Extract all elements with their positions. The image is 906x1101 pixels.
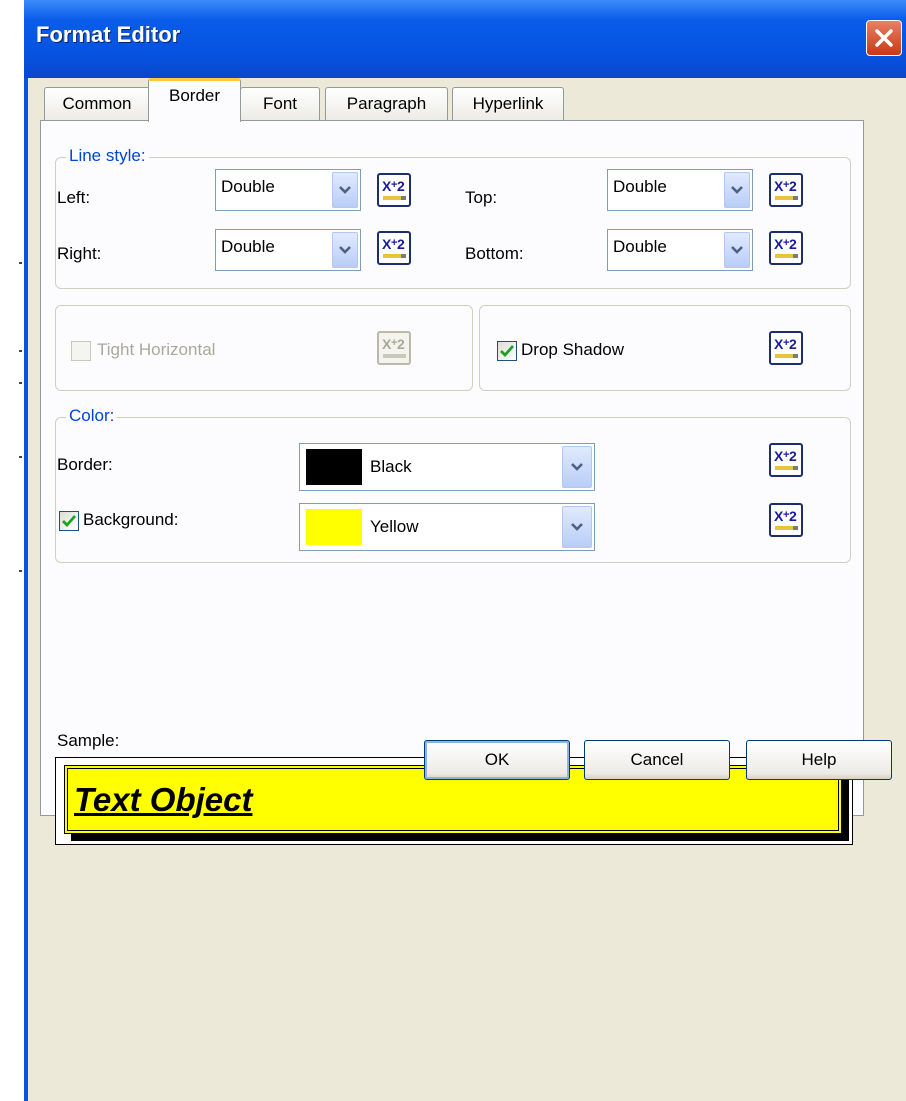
- svg-text:2: 2: [789, 336, 797, 352]
- edge-mark: [19, 570, 22, 572]
- formula-x2-icon: X + 2: [382, 178, 406, 200]
- svg-text:2: 2: [789, 178, 797, 194]
- border-tab-panel: Line style: Left: Double X + 2 Top: Doub…: [40, 120, 864, 845]
- dropdown-button[interactable]: [724, 172, 750, 208]
- chevron-down-icon: [731, 246, 743, 254]
- border-color-swatch: [306, 449, 362, 485]
- left-style-value: Double: [221, 177, 275, 196]
- background-color-value: Yellow: [370, 517, 419, 536]
- svg-text:2: 2: [397, 336, 405, 352]
- edge-mark: [19, 456, 22, 458]
- cancel-button[interactable]: Cancel: [584, 740, 730, 780]
- tight-horizontal-formula-button: X + 2: [377, 331, 411, 365]
- tight-horizontal-label: Tight Horizontal: [97, 340, 216, 359]
- svg-text:2: 2: [397, 236, 405, 252]
- formula-x2-icon: X + 2: [774, 178, 798, 200]
- right-style-value: Double: [221, 237, 275, 256]
- dropdown-button[interactable]: [332, 232, 358, 268]
- dropdown-button[interactable]: [562, 506, 592, 548]
- left-formula-button[interactable]: X + 2: [377, 173, 411, 207]
- formula-x2-icon: X + 2: [774, 448, 798, 470]
- bottom-style-value: Double: [613, 237, 667, 256]
- formula-x2-icon: X + 2: [774, 508, 798, 530]
- top-label: Top:: [465, 188, 498, 207]
- drop-shadow-label: Drop Shadow: [521, 340, 625, 359]
- right-formula-button[interactable]: X + 2: [377, 231, 411, 265]
- window-title: Format Editor: [36, 22, 181, 47]
- background-checkbox[interactable]: [59, 511, 79, 531]
- color-legend: Color:: [66, 406, 118, 426]
- drop-shadow-checkbox[interactable]: [497, 341, 517, 361]
- right-label: Right:: [57, 244, 102, 263]
- bottom-style-select[interactable]: Double: [607, 229, 753, 271]
- border-color-formula-button[interactable]: X + 2: [769, 443, 803, 477]
- chevron-down-icon: [571, 523, 583, 531]
- formula-x2-icon: X + 2: [774, 336, 798, 358]
- title-bar[interactable]: Format Editor: [24, 0, 906, 78]
- drop-shadow-formula-button[interactable]: X + 2: [769, 331, 803, 365]
- background-color-select[interactable]: Yellow: [299, 503, 595, 551]
- tab-border[interactable]: Border: [148, 78, 241, 122]
- checkmark-icon: [62, 515, 77, 528]
- bottom-label: Bottom:: [465, 244, 524, 263]
- formula-x2-icon: X + 2: [774, 236, 798, 258]
- chevron-down-icon: [339, 186, 351, 194]
- checkmark-icon: [500, 345, 515, 358]
- close-button[interactable]: [866, 20, 902, 56]
- svg-text:2: 2: [789, 448, 797, 464]
- line-style-legend: Line style:: [66, 146, 149, 166]
- bottom-formula-button[interactable]: X + 2: [769, 231, 803, 265]
- tab-hyperlink[interactable]: Hyperlink: [452, 87, 564, 121]
- tight-horizontal-checkbox[interactable]: [71, 341, 91, 361]
- background-color-swatch: [306, 509, 362, 545]
- chevron-down-icon: [571, 463, 583, 471]
- dropdown-button[interactable]: [562, 446, 592, 488]
- dropdown-button[interactable]: [724, 232, 750, 268]
- help-button[interactable]: Help: [746, 740, 892, 780]
- top-style-select[interactable]: Double: [607, 169, 753, 211]
- border-color-value: Black: [370, 457, 412, 476]
- formula-x2-icon: X + 2: [382, 336, 406, 358]
- border-color-select[interactable]: Black: [299, 443, 595, 491]
- top-style-value: Double: [613, 177, 667, 196]
- background-color-formula-button[interactable]: X + 2: [769, 503, 803, 537]
- dropdown-button[interactable]: [332, 172, 358, 208]
- svg-text:2: 2: [397, 178, 405, 194]
- sample-text: Text Object: [74, 781, 253, 818]
- dialog-client: Common Border Font Paragraph Hyperlink L…: [28, 78, 906, 1101]
- edge-mark: [19, 262, 22, 264]
- edge-mark: [19, 382, 22, 384]
- right-style-select[interactable]: Double: [215, 229, 361, 271]
- chevron-down-icon: [731, 186, 743, 194]
- svg-text:2: 2: [789, 236, 797, 252]
- border-color-label: Border:: [57, 455, 113, 474]
- svg-text:2: 2: [789, 508, 797, 524]
- ok-button[interactable]: OK: [424, 740, 570, 780]
- format-editor-window: Format Editor Common Border Font Paragra…: [24, 0, 906, 1101]
- close-icon: [875, 29, 893, 47]
- tab-paragraph[interactable]: Paragraph: [325, 87, 448, 121]
- left-label: Left:: [57, 188, 91, 207]
- sample-label: Sample:: [57, 731, 120, 750]
- edge-mark: [19, 350, 22, 352]
- chevron-down-icon: [339, 246, 351, 254]
- background-color-label: Background:: [83, 510, 179, 529]
- left-style-select[interactable]: Double: [215, 169, 361, 211]
- top-formula-button[interactable]: X + 2: [769, 173, 803, 207]
- tab-common[interactable]: Common: [44, 87, 150, 121]
- tab-font[interactable]: Font: [240, 87, 320, 121]
- formula-x2-icon: X + 2: [382, 236, 406, 258]
